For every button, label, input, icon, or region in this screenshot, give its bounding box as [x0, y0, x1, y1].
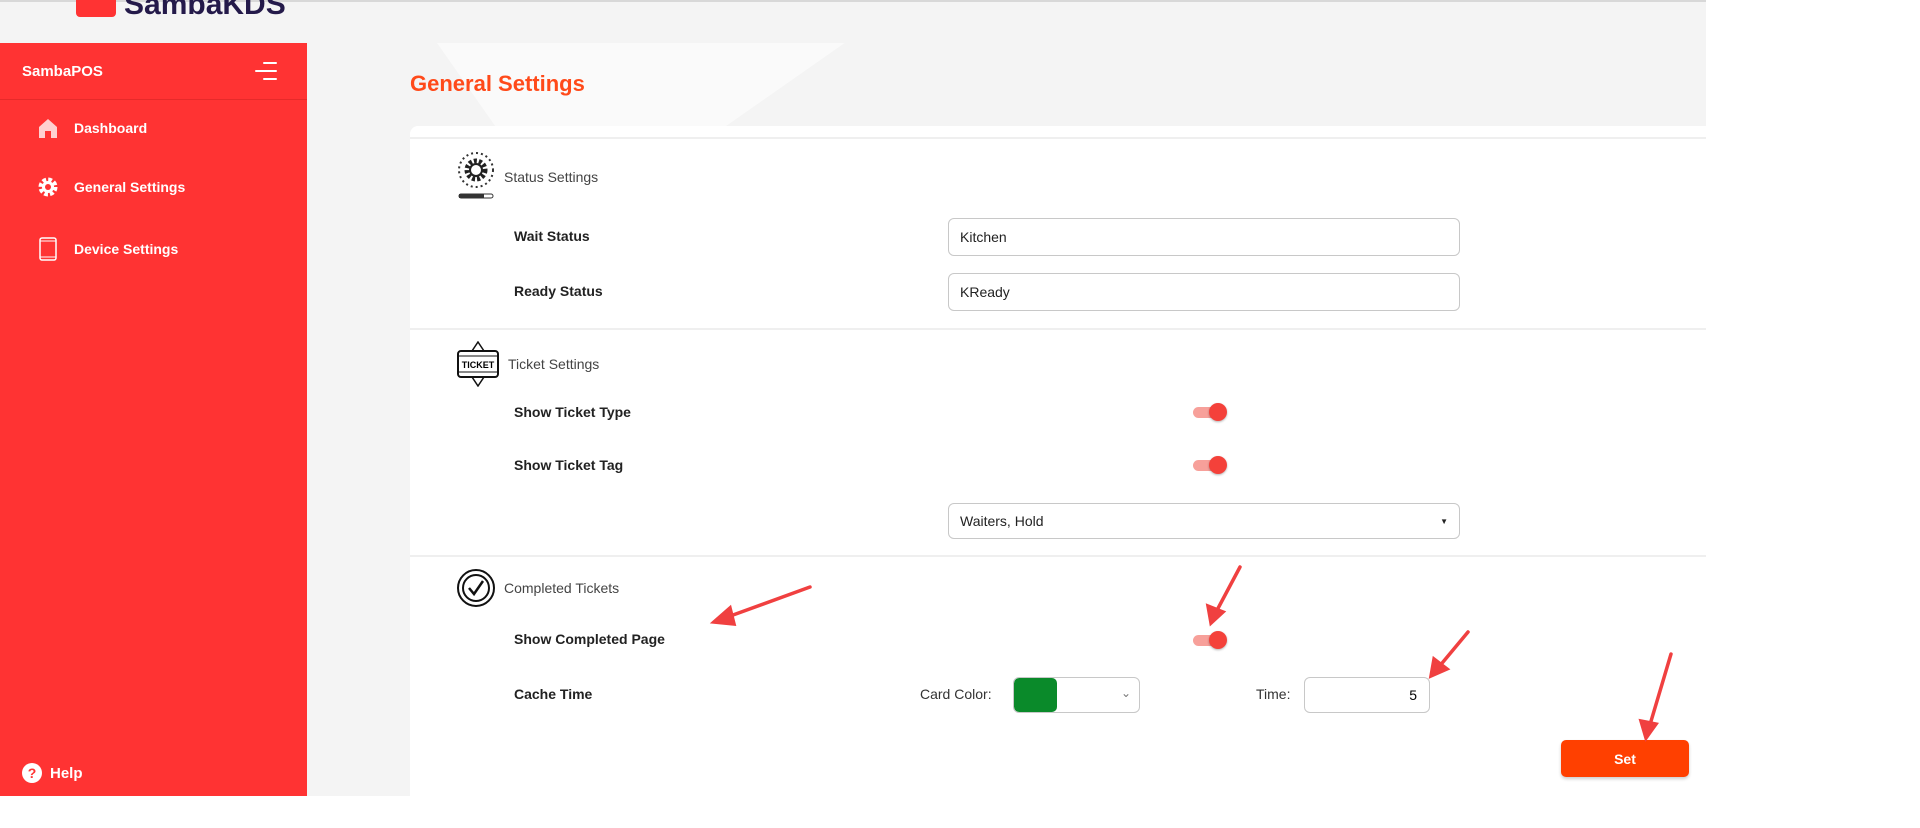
show-completed-page-toggle[interactable] [1193, 631, 1227, 649]
show-ticket-type-label: Show Ticket Type [514, 404, 631, 420]
sidebar-item-label: Dashboard [74, 120, 148, 136]
ticket-settings-heading: TICKET Ticket Settings [456, 341, 599, 387]
section-title: Completed Tickets [504, 580, 620, 596]
time-input[interactable] [1304, 677, 1430, 713]
sidebar: SambaPOS Dashboard General Settings Devi… [0, 43, 307, 796]
help-icon: ? [22, 763, 42, 783]
wait-status-label: Wait Status [514, 228, 590, 244]
menu-toggle-icon[interactable] [255, 62, 277, 80]
ready-status-input[interactable] [948, 273, 1460, 311]
logo-icon [76, 0, 116, 17]
section-title: Ticket Settings [508, 356, 600, 372]
sidebar-header: SambaPOS [0, 43, 307, 100]
completed-tickets-heading: Completed Tickets [456, 568, 619, 608]
page-title: General Settings [410, 71, 585, 96]
ticket-icon: TICKET [457, 341, 499, 387]
top-bar: SambaKDS [0, 0, 1706, 43]
main-content: General Settings Status Settings Wait St… [307, 43, 1706, 796]
card-color-label: Card Color: [920, 686, 992, 702]
help-link[interactable]: ? Help [22, 763, 83, 783]
gear-icon [38, 177, 58, 197]
sidebar-item-device-settings[interactable]: Device Settings [36, 234, 178, 264]
show-ticket-tag-label: Show Ticket Tag [514, 457, 624, 473]
ready-status-label: Ready Status [514, 283, 603, 299]
svg-text:TICKET: TICKET [462, 360, 495, 370]
chevron-down-icon: ⌄ [1120, 686, 1131, 700]
divider [410, 555, 1706, 557]
status-settings-heading: Status Settings [456, 150, 598, 204]
ticket-tag-select[interactable]: Waiters, Hold ▼ [948, 503, 1460, 539]
section-title: Status Settings [504, 169, 599, 185]
logo: SambaKDS [76, 0, 286, 22]
sidebar-item-label: Device Settings [74, 241, 179, 257]
sidebar-item-dashboard[interactable]: Dashboard [36, 116, 147, 140]
logo-text: SambaKDS [124, 0, 286, 21]
home-icon [39, 119, 57, 138]
caret-down-icon: ▼ [1440, 516, 1448, 526]
gear-loading-icon [458, 152, 494, 199]
card-color-picker[interactable]: ⌄ [1013, 677, 1140, 713]
time-label: Time: [1256, 686, 1291, 702]
wait-status-input[interactable] [948, 218, 1460, 256]
settings-card: Status Settings Wait Status Ready Status… [410, 126, 1706, 796]
show-completed-page-label: Show Completed Page [514, 631, 665, 647]
show-ticket-type-toggle[interactable] [1193, 403, 1227, 421]
cache-time-label: Cache Time [514, 686, 593, 702]
tablet-icon [39, 237, 57, 261]
set-button[interactable]: Set [1561, 740, 1689, 777]
color-swatch [1014, 678, 1057, 712]
check-circle-icon [457, 569, 495, 607]
sidebar-item-label: General Settings [74, 179, 186, 195]
sidebar-title: SambaPOS [22, 62, 103, 80]
help-label: Help [50, 764, 83, 782]
divider [410, 137, 1706, 139]
divider [410, 328, 1706, 330]
sidebar-item-general-settings[interactable]: General Settings [36, 175, 185, 199]
show-ticket-tag-toggle[interactable] [1193, 456, 1227, 474]
select-value: Waiters, Hold [960, 513, 1044, 529]
